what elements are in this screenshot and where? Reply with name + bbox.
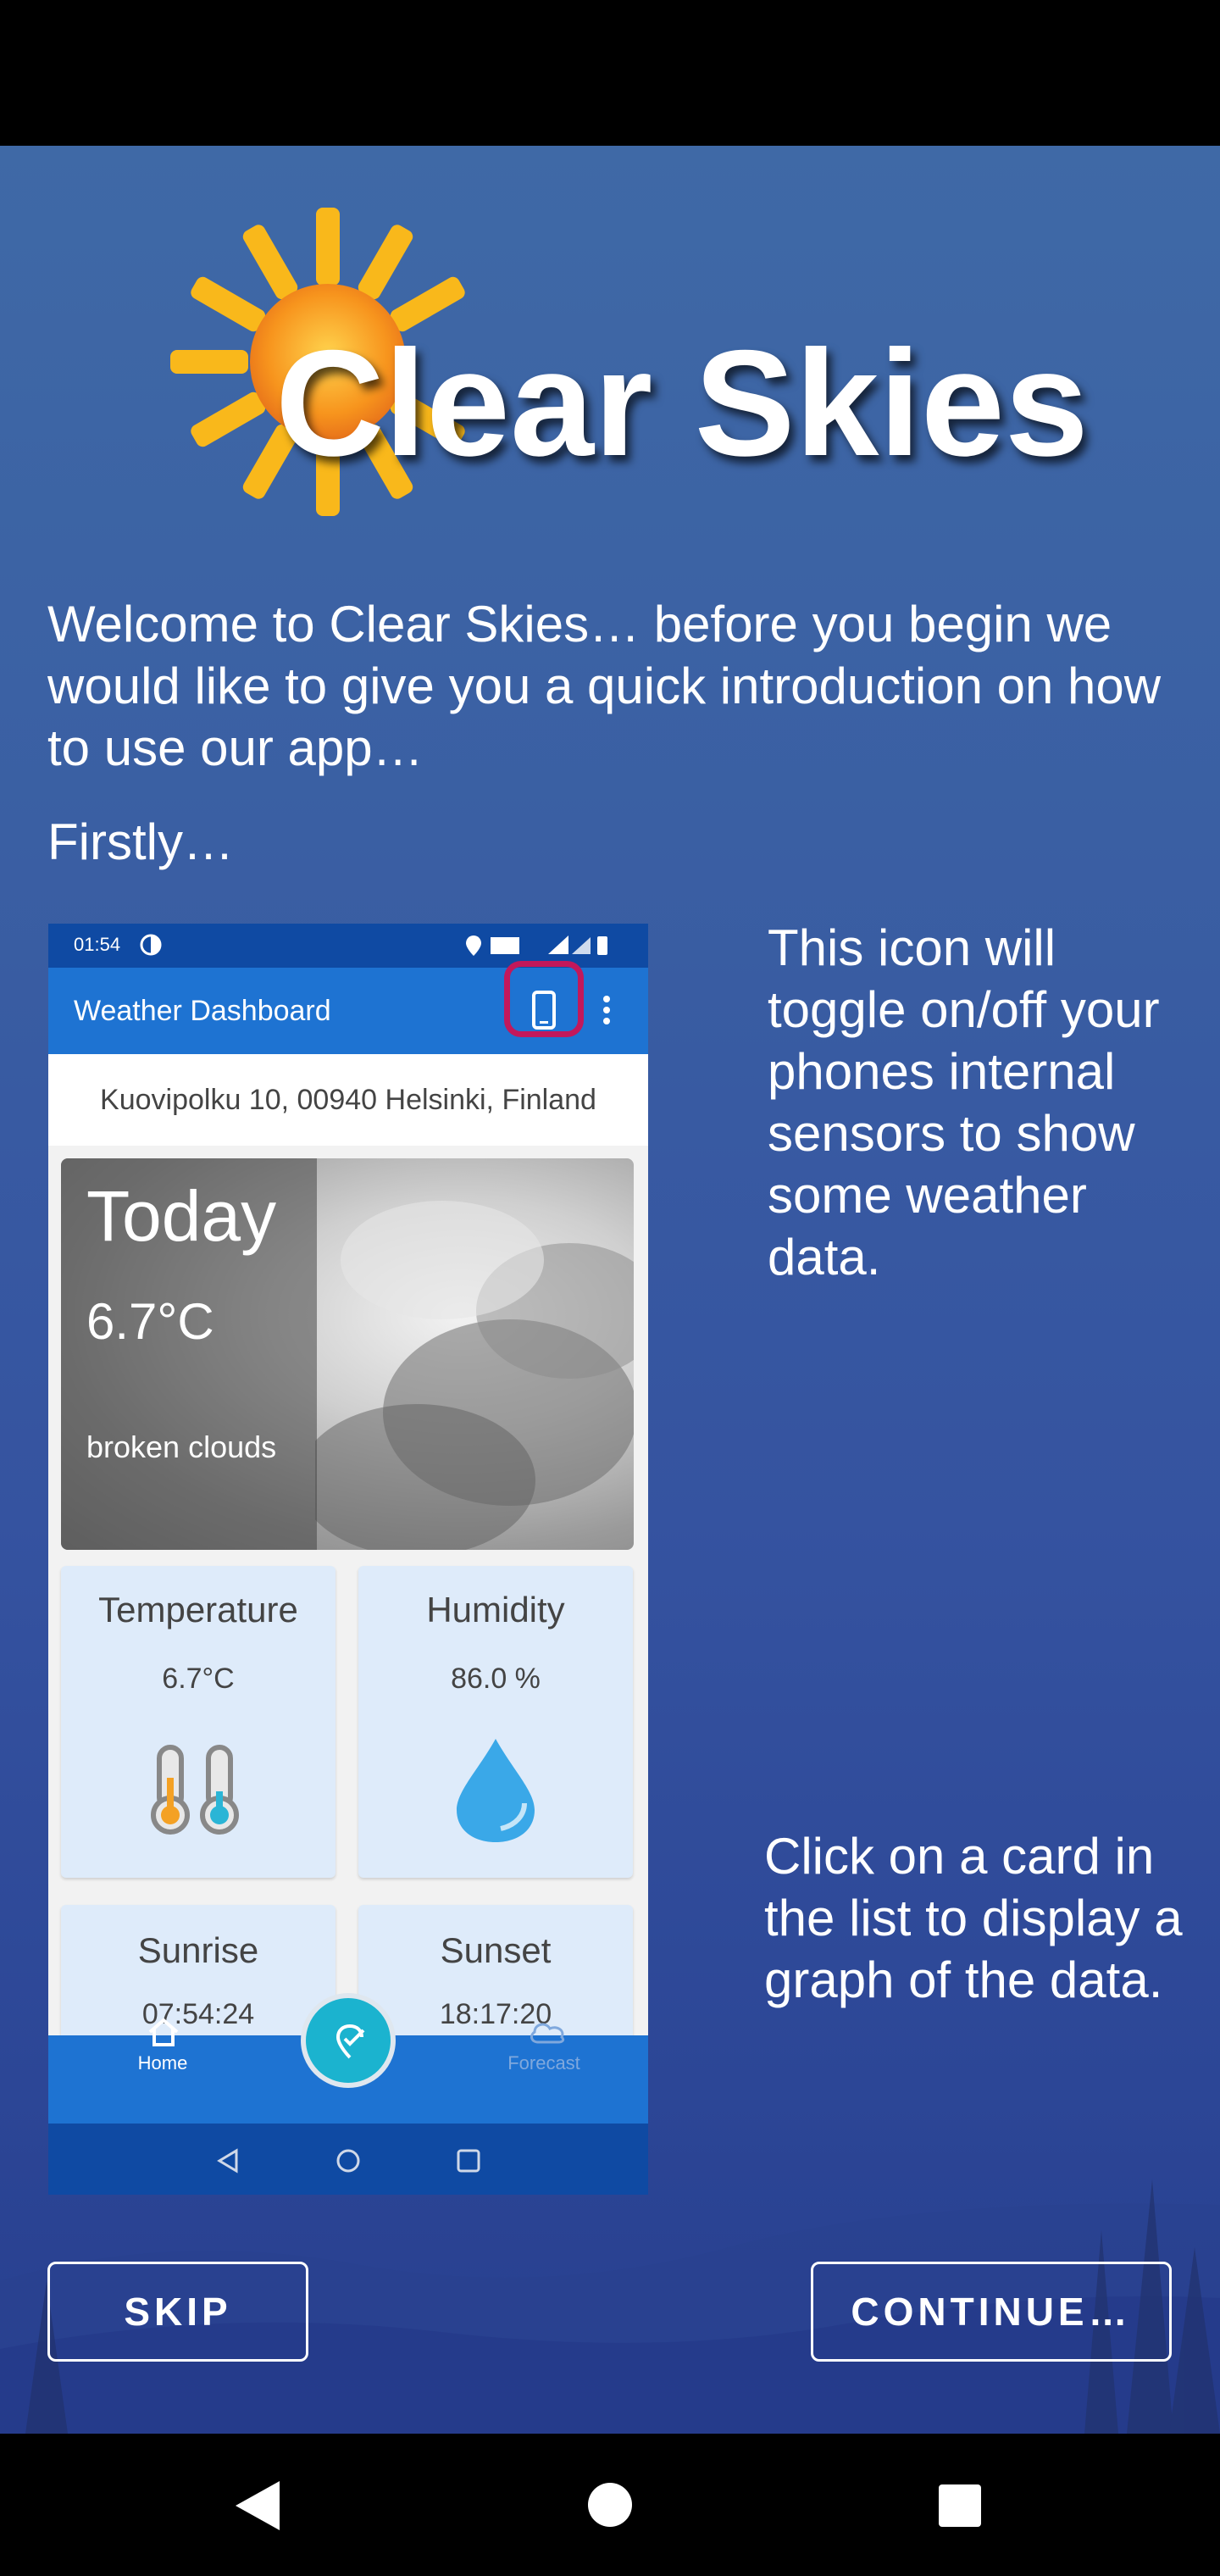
nav-forecast-label: Forecast [507, 2052, 580, 2074]
sunset-label: Sunset [440, 1930, 552, 1970]
firstly-text: Firstly… [47, 813, 234, 870]
mockup-app-title: Weather Dashboard [74, 995, 331, 1027]
humidity-value: 86.0 % [451, 1663, 541, 1695]
skip-button[interactable]: SKIP [47, 2262, 308, 2362]
app-logo: Clear Skies [165, 192, 1089, 531]
mockup-back-icon [217, 2148, 238, 2174]
today-card: Today 6.7°C broken clouds [61, 1158, 634, 1550]
nav-home-label: Home [137, 2052, 188, 2074]
logo-title: Clear Skies [275, 319, 1089, 487]
temperature-label: Temperature [98, 1590, 298, 1629]
today-title: Today [86, 1176, 277, 1256]
mockup-address: Kuovipolku 10, 00940 Helsinki, Finland [48, 1054, 648, 1146]
card-click-hint: Click on a card in the list to display a… [764, 1828, 1183, 2008]
back-icon[interactable] [229, 2478, 285, 2534]
temperature-value: 6.7°C [162, 1663, 235, 1695]
today-description: broken clouds [86, 1430, 277, 1464]
overflow-menu-icon [603, 996, 610, 1024]
status-bar [0, 0, 1220, 146]
cloud-icon [530, 2023, 565, 2044]
mockup-recents-icon [457, 2149, 480, 2173]
mockup-status-icons [466, 935, 607, 956]
mockup-app-bar: Weather Dashboard [48, 961, 648, 1054]
continue-button[interactable]: CONTINUE… [811, 2262, 1172, 2362]
home-icon [148, 2018, 179, 2046]
recents-icon[interactable] [937, 2483, 983, 2529]
mockup-home-circle-icon [336, 2149, 360, 2173]
temperature-card: Temperature 6.7°C [61, 1566, 336, 1878]
welcome-text: Welcome to Clear Skies… before you begin… [47, 596, 1162, 776]
system-navigation-bar [0, 2434, 1220, 2576]
sensor-icon-hint: This icon will toggle on/off your phones… [768, 919, 1160, 1285]
intro-screen: Clear Skies Welcome to Clear Skies… befo… [0, 146, 1220, 2434]
humidity-label: Humidity [426, 1590, 565, 1629]
mockup-system-nav [48, 2124, 648, 2195]
phone-sensor-icon [532, 991, 556, 1030]
today-temperature: 6.7°C [86, 1293, 214, 1350]
location-check-icon [336, 2024, 365, 2059]
humidity-card: Humidity 86.0 % [358, 1566, 633, 1878]
app-screenshot: 01:54 Weather Dashboard Kuovipolku 10, 0… [48, 924, 648, 2195]
sunrise-value: 07:54:24 [141, 1998, 255, 2030]
data-saver-icon [140, 934, 162, 956]
mockup-status-time: 01:54 [74, 934, 121, 955]
sunrise-label: Sunrise [137, 1930, 259, 1970]
water-drop-icon [457, 1739, 535, 1842]
home-button-icon[interactable] [586, 2481, 634, 2529]
thermometer-icon [151, 1745, 239, 1835]
location-fab [301, 1993, 396, 2088]
sunset-value: 18:17:20 [439, 1998, 552, 2030]
clouds-image [315, 1201, 634, 1550]
